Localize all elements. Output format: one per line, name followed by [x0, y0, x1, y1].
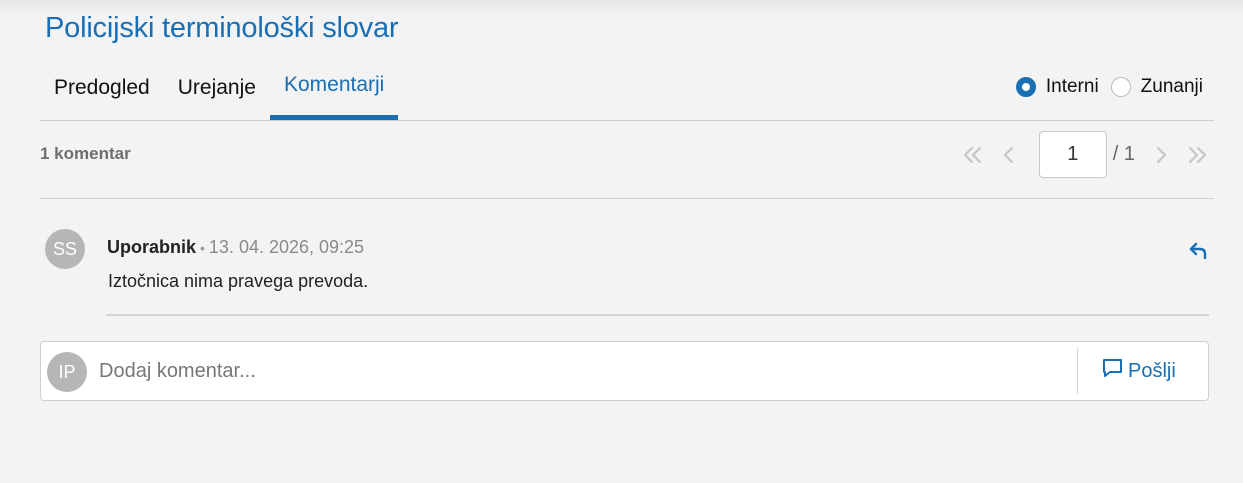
composer-avatar: IP — [47, 352, 87, 392]
comment-timestamp: 13. 04. 2026, 09:25 — [208, 237, 365, 257]
radio-interni[interactable]: Interni — [1015, 76, 1099, 98]
comment-count: 1 komentar — [40, 144, 131, 163]
comment-author: Uporabnik — [107, 237, 197, 257]
avatar: SS — [45, 229, 85, 269]
radio-selected-icon[interactable] — [1015, 77, 1036, 97]
reply-icon[interactable] — [1186, 238, 1212, 264]
comment-separator: • — [200, 240, 205, 256]
radio-unselected-icon[interactable] — [1110, 77, 1131, 97]
comment-composer: IP Pošlji — [40, 341, 1209, 401]
page-number-input[interactable] — [1038, 131, 1107, 178]
count-divider — [40, 198, 1214, 199]
visibility-radio-group: Interni Zunanji — [1015, 76, 1203, 98]
prev-page-icon[interactable] — [991, 140, 1027, 170]
composer-divider — [1077, 348, 1078, 394]
first-page-icon[interactable] — [955, 140, 991, 170]
radio-interni-label: Interni — [1045, 76, 1099, 97]
last-page-icon[interactable] — [1179, 140, 1215, 170]
tab-divider — [40, 120, 1214, 121]
comment-input[interactable] — [99, 352, 1069, 390]
tab-predogled[interactable]: Predogled — [40, 64, 164, 121]
pagination: / 1 — [955, 131, 1215, 178]
radio-zunanji[interactable]: Zunanji — [1110, 76, 1203, 98]
send-button[interactable]: Pošlji — [1101, 354, 1176, 388]
radio-zunanji-label: Zunanji — [1140, 76, 1203, 97]
comment-icon — [1101, 357, 1125, 385]
next-page-icon[interactable] — [1143, 140, 1179, 170]
page-total: / 1 — [1112, 143, 1135, 165]
comment-divider — [106, 314, 1209, 316]
comment-header: Uporabnik • 13. 04. 2026, 09:25 — [107, 237, 364, 258]
tab-bar: Predogled Urejanje Komentarji — [40, 64, 399, 121]
send-button-label: Pošlji — [1128, 359, 1176, 382]
tab-urejanje[interactable]: Urejanje — [164, 64, 270, 121]
page-title: Policijski terminološki slovar — [45, 12, 399, 44]
tab-komentarji[interactable]: Komentarji — [269, 64, 399, 121]
comment-text: Iztočnica nima pravega prevoda. — [108, 271, 369, 291]
